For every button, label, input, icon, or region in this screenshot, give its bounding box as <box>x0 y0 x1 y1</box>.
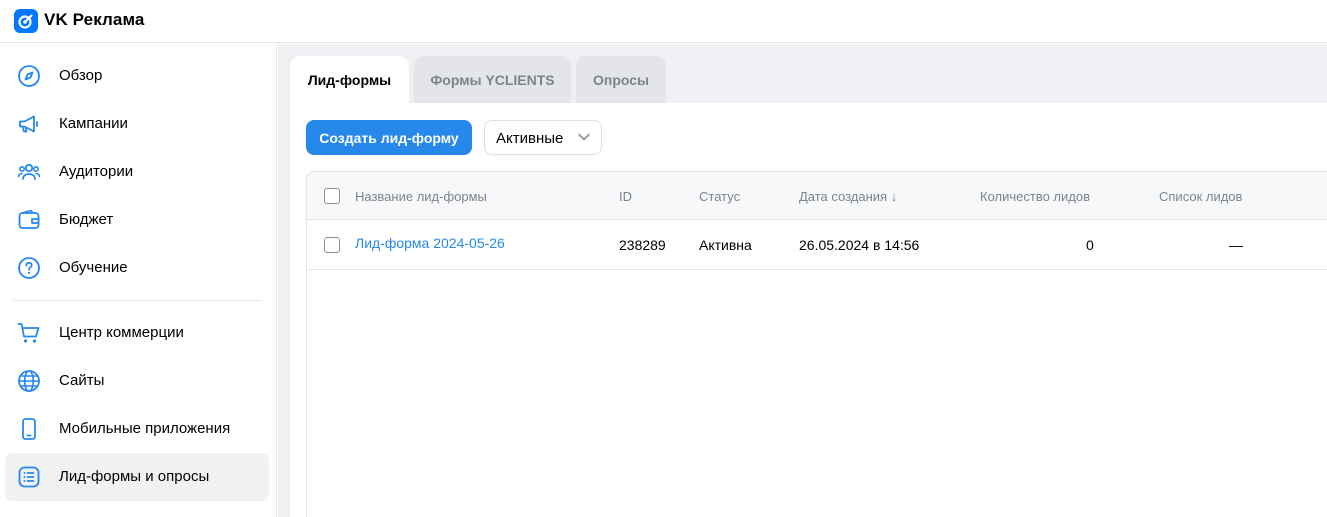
sidebar: Обзор Кампании Аудитории Бюджет Обучение… <box>0 44 277 517</box>
tab-yclients-forms[interactable]: Формы YCLIENTS <box>414 56 571 104</box>
brand-name[interactable]: VK Реклама <box>44 10 145 30</box>
column-header-id[interactable]: ID <box>619 189 632 204</box>
lead-form-created-date: 26.05.2024 в 14:56 <box>799 237 920 253</box>
compass-icon <box>18 65 40 87</box>
megaphone-icon <box>19 115 38 133</box>
sidebar-item-sites[interactable]: Сайты <box>5 357 269 405</box>
chevron-down-icon <box>578 133 590 141</box>
sidebar-item-label: Бюджет <box>59 211 114 228</box>
question-icon <box>18 257 40 279</box>
column-header-status[interactable]: Статус <box>699 189 740 204</box>
sidebar-item-label: Кампании <box>59 115 128 132</box>
smartphone-icon <box>22 418 36 440</box>
lead-form-leads-list: — <box>1229 237 1243 253</box>
sidebar-item-commerce-center[interactable]: Центр коммерции <box>5 309 269 357</box>
column-header-leads-count[interactable]: Количество лидов <box>980 189 1090 204</box>
sidebar-item-label: Сайты <box>59 372 105 389</box>
list-icon <box>18 466 40 488</box>
sidebar-item-overview[interactable]: Обзор <box>5 52 269 100</box>
tab-label: Лид-формы <box>307 72 392 88</box>
column-header-created-date[interactable]: Дата создания ↓ <box>799 189 897 204</box>
column-header-name[interactable]: Название лид-формы <box>355 189 487 204</box>
tab-label: Опросы <box>592 72 649 88</box>
cart-icon <box>17 323 40 343</box>
lead-forms-table: Название лид-формы ID Статус Дата создан… <box>306 171 1327 517</box>
sidebar-item-label: Лид-формы и опросы <box>59 468 210 485</box>
sidebar-item-mobile-apps[interactable]: Мобильные приложения <box>5 405 269 453</box>
tab-label: Формы YCLIENTS <box>430 72 555 88</box>
lead-form-leads-count: 0 <box>1086 237 1094 253</box>
select-all-checkbox[interactable] <box>324 188 340 204</box>
sidebar-item-label: Обзор <box>59 67 103 84</box>
main-content: Лид-формы Формы YCLIENTS Опросы Создать … <box>278 44 1327 517</box>
globe-icon <box>18 370 40 392</box>
lead-form-status: Активна <box>699 237 752 253</box>
row-checkbox[interactable] <box>324 237 340 253</box>
sidebar-item-lead-forms[interactable]: Лид-формы и опросы <box>5 453 269 501</box>
column-header-leads-list[interactable]: Список лидов <box>1159 189 1242 204</box>
sidebar-item-budget[interactable]: Бюджет <box>5 196 269 244</box>
status-filter-select[interactable]: Активные <box>484 120 602 155</box>
table-row: Лид-форма 2024-05-26 238289 Активна 26.0… <box>307 220 1327 270</box>
sidebar-item-label: Обучение <box>59 259 128 276</box>
lead-forms-panel: Создать лид-форму Активные Название лид-… <box>290 103 1327 517</box>
status-filter-value: Активные <box>496 130 564 147</box>
vk-ads-logo-icon <box>18 14 33 29</box>
sidebar-item-label: Мобильные приложения <box>59 420 231 437</box>
top-bar: VK Реклама <box>0 0 1327 43</box>
sidebar-item-learning[interactable]: Обучение <box>5 244 269 292</box>
sidebar-item-label: Центр коммерции <box>59 324 184 341</box>
lead-form-id: 238289 <box>619 237 666 253</box>
wallet-icon <box>18 209 40 229</box>
sidebar-divider <box>13 300 261 301</box>
tab-lead-forms[interactable]: Лид-формы <box>290 56 409 104</box>
vk-ads-logo[interactable] <box>14 9 38 33</box>
sidebar-item-campaigns[interactable]: Кампании <box>5 100 269 148</box>
create-lead-form-button[interactable]: Создать лид-форму <box>306 120 472 155</box>
users-icon <box>17 163 41 180</box>
lead-form-name-link[interactable]: Лид-форма 2024-05-26 <box>355 235 505 251</box>
tab-surveys[interactable]: Опросы <box>576 56 666 104</box>
table-header: Название лид-формы ID Статус Дата создан… <box>307 172 1327 220</box>
sidebar-item-label: Аудитории <box>59 163 134 180</box>
sidebar-item-audiences[interactable]: Аудитории <box>5 148 269 196</box>
